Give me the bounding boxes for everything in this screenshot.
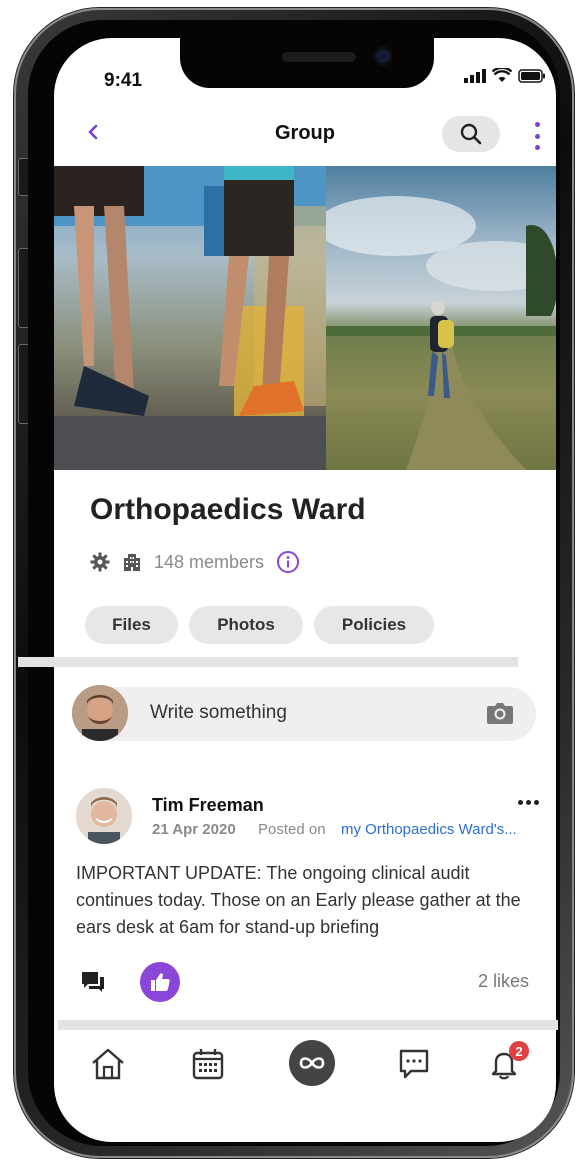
notification-badge: 2 (509, 1041, 529, 1061)
infinity-icon (299, 1057, 325, 1069)
post-posted-on-label: Posted on (258, 821, 326, 838)
speaker-grille (282, 52, 356, 62)
like-button[interactable] (140, 962, 180, 1002)
tab-home[interactable] (88, 1044, 128, 1084)
post-options-button[interactable] (518, 800, 539, 805)
dot-icon (518, 800, 523, 805)
dot-icon (526, 800, 531, 805)
post-author-avatar[interactable] (76, 788, 132, 844)
more-options-button[interactable] (530, 122, 544, 150)
building-icon (124, 554, 140, 571)
search-icon (460, 123, 482, 145)
author-photo (76, 788, 132, 844)
comment-button[interactable] (80, 970, 106, 999)
search-button[interactable] (442, 116, 500, 152)
post-group-link[interactable]: my Orthopaedics Ward's... (341, 821, 517, 838)
post-date: 21 Apr 2020 (152, 821, 236, 838)
group-name: Orthopaedics Ward (90, 493, 366, 526)
tab-home-feed[interactable] (289, 1040, 335, 1086)
walker-image (326, 196, 556, 470)
cover-photo-walker (326, 166, 556, 470)
info-icon[interactable] (276, 550, 300, 574)
notch (180, 38, 434, 88)
policies-chip[interactable]: Policies (314, 606, 434, 644)
calendar-icon (192, 1049, 224, 1080)
wifi-icon (492, 68, 512, 82)
post-body: IMPORTANT UPDATE: The ongoing clinical a… (76, 863, 521, 937)
files-chip[interactable]: Files (85, 606, 178, 644)
likes-count[interactable]: 2 likes (478, 971, 529, 992)
camera-icon (487, 703, 513, 724)
tab-messages[interactable] (394, 1044, 434, 1084)
current-user-avatar (72, 685, 128, 741)
tabbar-divider (58, 1020, 558, 1030)
home-icon (92, 1048, 124, 1080)
cover-photo-runners (54, 166, 326, 470)
post-author-name[interactable]: Tim Freeman (152, 795, 264, 816)
chat-icon (399, 1049, 429, 1079)
dot-icon (534, 122, 540, 127)
photos-chip[interactable]: Photos (189, 606, 303, 644)
status-time: 9:41 (104, 70, 143, 91)
dot-icon (534, 133, 540, 139)
composer-placeholder[interactable]: Write something (150, 702, 287, 724)
member-count[interactable]: 148 members (154, 552, 264, 573)
status-icons (464, 68, 546, 83)
write-something-field[interactable] (72, 687, 536, 741)
comment-icon (82, 972, 104, 992)
runners-image (54, 166, 326, 470)
battery-icon (518, 68, 545, 83)
gear-icon[interactable] (90, 552, 110, 572)
tab-calendar[interactable] (188, 1044, 228, 1084)
group-section-chips: Files Photos Policies (85, 606, 434, 644)
group-cover-photos[interactable] (54, 166, 556, 470)
front-camera (376, 49, 390, 63)
thumbs-up-icon (151, 973, 170, 991)
group-meta: 148 members (90, 550, 300, 574)
section-divider (18, 657, 518, 667)
dot-icon (534, 145, 540, 150)
camera-button[interactable] (486, 701, 514, 730)
dot-icon (534, 800, 539, 805)
user-photo (72, 685, 128, 741)
signal-icon (464, 68, 486, 83)
